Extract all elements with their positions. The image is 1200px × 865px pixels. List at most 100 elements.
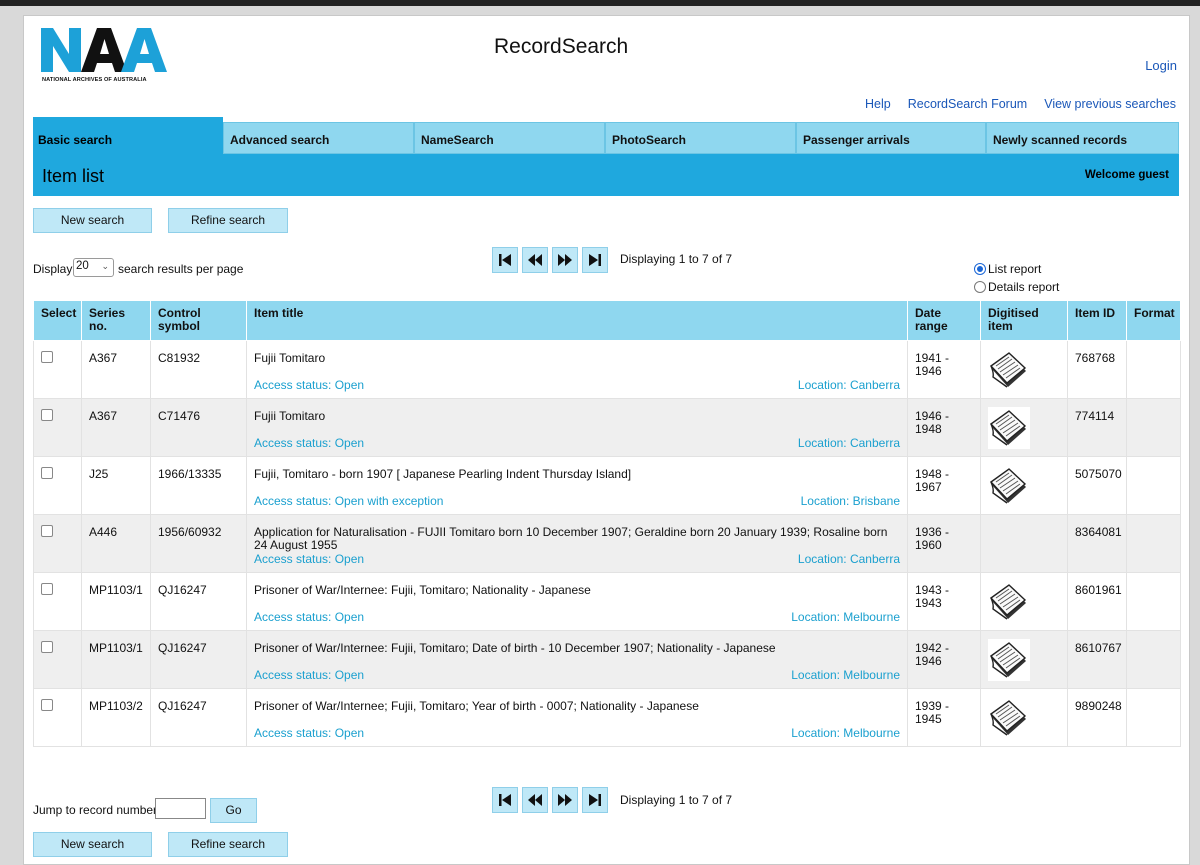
row-select-checkbox[interactable] bbox=[41, 699, 53, 711]
access-status-link[interactable]: Access status: Open bbox=[254, 611, 364, 624]
new-search-button[interactable]: New search bbox=[33, 208, 152, 233]
table-row: A446 1956/60932 Application for Naturalisa… bbox=[33, 514, 1181, 573]
first-page-button[interactable] bbox=[492, 787, 518, 813]
new-search-button-bottom[interactable]: New search bbox=[33, 832, 152, 857]
item-title[interactable]: Prisoner of War/Internee: Fujii, Tomitar… bbox=[254, 642, 900, 669]
digitised-cell bbox=[980, 456, 1068, 515]
item-title[interactable]: Application for Naturalisation - FUJII T… bbox=[254, 526, 900, 553]
location-link[interactable]: Location: Brisbane bbox=[801, 495, 900, 508]
select-cell bbox=[33, 456, 82, 515]
format-cell bbox=[1126, 398, 1181, 457]
item-title-cell: Fujii Tomitaro Access status: Open Locatio… bbox=[246, 398, 908, 457]
item-title[interactable]: Prisoner of War/Internee: Fujii, Tomitar… bbox=[254, 584, 900, 611]
format-cell bbox=[1126, 514, 1181, 573]
header-series-no: Series no. bbox=[81, 300, 151, 341]
logo-caption: NATIONAL ARCHIVES OF AUSTRALIA bbox=[42, 77, 147, 83]
row-select-checkbox[interactable] bbox=[41, 467, 53, 479]
select-cell bbox=[33, 514, 82, 573]
format-cell bbox=[1126, 688, 1181, 747]
tab-namesearch[interactable]: NameSearch bbox=[414, 122, 605, 154]
digitised-document-icon[interactable] bbox=[988, 581, 1030, 623]
table-row: MP1103/1 QJ16247 Prisoner of War/Internee:… bbox=[33, 572, 1181, 631]
welcome-message: Welcome guest bbox=[1084, 169, 1169, 181]
item-title[interactable]: Prisoner of War/Internee; Fujii, Tomitar… bbox=[254, 700, 900, 727]
go-button[interactable]: Go bbox=[210, 798, 257, 823]
control-symbol-cell: 1966/13335 bbox=[150, 456, 247, 515]
next-page-button[interactable] bbox=[552, 247, 578, 273]
login-link[interactable]: Login bbox=[1145, 58, 1177, 73]
select-cell bbox=[33, 572, 82, 631]
location-link[interactable]: Location: Melbourne bbox=[791, 669, 900, 682]
refine-search-button[interactable]: Refine search bbox=[168, 208, 288, 233]
next-page-button[interactable] bbox=[552, 787, 578, 813]
details-report-option[interactable]: Details report bbox=[974, 280, 1059, 294]
previous-page-button[interactable] bbox=[522, 247, 548, 273]
help-link[interactable]: Help bbox=[865, 97, 891, 111]
date-range-cell: 1939 -1945 bbox=[907, 688, 981, 747]
control-symbol-cell: C81932 bbox=[150, 340, 247, 399]
item-title[interactable]: Fujii, Tomitaro - born 1907 [ Japanese P… bbox=[254, 468, 900, 495]
access-status-link[interactable]: Access status: Open bbox=[254, 727, 364, 740]
item-id-cell: 9890248 bbox=[1067, 688, 1127, 747]
recordsearch-forum-link[interactable]: RecordSearch Forum bbox=[908, 97, 1028, 111]
row-select-checkbox[interactable] bbox=[41, 583, 53, 595]
digitised-cell bbox=[980, 398, 1068, 457]
tab-passenger-arrivals[interactable]: Passenger arrivals bbox=[796, 122, 986, 154]
control-symbol-cell: QJ16247 bbox=[150, 572, 247, 631]
digitised-document-icon[interactable] bbox=[988, 697, 1030, 739]
format-cell bbox=[1126, 630, 1181, 689]
item-title-cell: Prisoner of War/Internee; Fujii, Tomitar… bbox=[246, 688, 908, 747]
view-previous-searches-link[interactable]: View previous searches bbox=[1044, 97, 1176, 111]
item-title[interactable]: Fujii Tomitaro bbox=[254, 352, 900, 379]
access-status-link[interactable]: Access status: Open bbox=[254, 669, 364, 682]
location-link[interactable]: Location: Canberra bbox=[798, 379, 900, 392]
access-status-link[interactable]: Access status: Open bbox=[254, 379, 364, 392]
page-banner: Item list Welcome guest bbox=[33, 154, 1179, 196]
format-cell bbox=[1126, 572, 1181, 631]
item-id-cell: 8364081 bbox=[1067, 514, 1127, 573]
jump-to-record-input[interactable] bbox=[155, 798, 206, 819]
details-report-radio[interactable] bbox=[974, 281, 986, 293]
series-cell: A367 bbox=[81, 398, 151, 457]
date-range-cell: 1946 -1948 bbox=[907, 398, 981, 457]
last-page-button[interactable] bbox=[582, 247, 608, 273]
location-link[interactable]: Location: Melbourne bbox=[791, 611, 900, 624]
list-report-option[interactable]: List report bbox=[974, 262, 1041, 276]
item-title[interactable]: Fujii Tomitaro bbox=[254, 410, 900, 437]
first-page-button[interactable] bbox=[492, 247, 518, 273]
digitised-document-icon[interactable] bbox=[988, 407, 1030, 449]
item-title-cell: Fujii, Tomitaro - born 1907 [ Japanese P… bbox=[246, 456, 908, 515]
tab-photosearch[interactable]: PhotoSearch bbox=[605, 122, 796, 154]
digitised-document-icon[interactable] bbox=[988, 465, 1030, 507]
previous-page-button[interactable] bbox=[522, 787, 548, 813]
location-link[interactable]: Location: Canberra bbox=[798, 437, 900, 450]
location-link[interactable]: Location: Melbourne bbox=[791, 727, 900, 740]
tab-basic-search[interactable]: Basic search bbox=[33, 117, 223, 154]
row-select-checkbox[interactable] bbox=[41, 351, 53, 363]
series-cell: A446 bbox=[81, 514, 151, 573]
digitised-document-icon[interactable] bbox=[988, 639, 1030, 681]
select-cell bbox=[33, 340, 82, 399]
next-page-icon bbox=[558, 794, 572, 806]
header-item-id: Item ID bbox=[1067, 300, 1127, 341]
access-status-link[interactable]: Access status: Open bbox=[254, 553, 364, 566]
tab-advanced-search[interactable]: Advanced search bbox=[223, 122, 414, 154]
location-link[interactable]: Location: Canberra bbox=[798, 553, 900, 566]
refine-search-button-bottom[interactable]: Refine search bbox=[168, 832, 288, 857]
row-select-checkbox[interactable] bbox=[41, 409, 53, 421]
row-select-checkbox[interactable] bbox=[41, 525, 53, 537]
list-report-radio[interactable] bbox=[974, 263, 986, 275]
results-per-page-select[interactable]: 20 ⌄ bbox=[73, 258, 114, 277]
access-status-link[interactable]: Access status: Open with exception bbox=[254, 495, 443, 508]
digitised-document-icon[interactable] bbox=[988, 349, 1030, 391]
last-page-button[interactable] bbox=[582, 787, 608, 813]
jump-to-record-label: Jump to record number bbox=[33, 803, 158, 817]
table-row: A367 C81932 Fujii Tomitaro Access status: O… bbox=[33, 340, 1181, 399]
row-select-checkbox[interactable] bbox=[41, 641, 53, 653]
page-container: NATIONAL ARCHIVES OF AUSTRALIA RecordSea… bbox=[23, 15, 1190, 865]
access-status-link[interactable]: Access status: Open bbox=[254, 437, 364, 450]
select-cell bbox=[33, 630, 82, 689]
page-title: Item list bbox=[42, 166, 105, 186]
tab-newly-scanned-records[interactable]: Newly scanned records bbox=[986, 122, 1179, 154]
table-row: A367 C71476 Fujii Tomitaro Access status: O… bbox=[33, 398, 1181, 457]
